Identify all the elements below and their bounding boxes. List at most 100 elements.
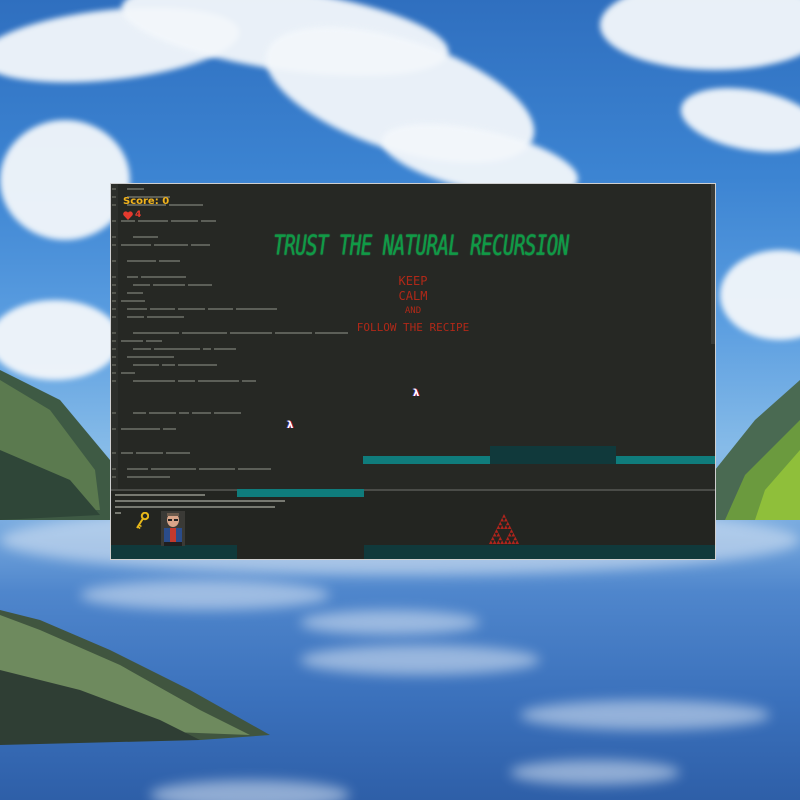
sierpinski-triangle-icon <box>489 514 519 544</box>
line-number <box>112 348 116 350</box>
triangle-segment <box>492 540 497 544</box>
triangle-segment <box>496 532 501 537</box>
triangle-segment <box>500 540 504 544</box>
line-number <box>112 340 116 342</box>
code-text <box>154 244 188 246</box>
mist <box>80 580 330 610</box>
code-text <box>121 244 151 246</box>
triangle-segment <box>515 540 519 544</box>
line-number <box>112 428 116 430</box>
heart-icon <box>123 211 133 220</box>
code-text <box>236 308 277 310</box>
triangle-segment <box>504 525 508 529</box>
lives-count: 4 <box>135 210 142 220</box>
line-number <box>112 372 116 374</box>
motto-follow: FOLLOW THE RECIPE <box>356 321 470 334</box>
repl-text <box>115 500 285 502</box>
cloud <box>720 250 800 340</box>
line-number <box>112 244 116 246</box>
triangle-segment <box>511 540 516 544</box>
code-text <box>127 276 138 278</box>
level-title: TRUST THE NATURAL RECURSION <box>273 230 569 262</box>
code-text <box>133 332 179 334</box>
code-text <box>178 380 195 382</box>
line-number <box>112 276 116 278</box>
left-hills <box>0 370 120 520</box>
line-number <box>112 292 116 294</box>
code-text <box>147 316 184 318</box>
code-text <box>146 340 162 342</box>
code-text <box>162 364 175 366</box>
code-text <box>153 284 185 286</box>
code-text <box>133 412 146 414</box>
code-text <box>163 428 176 430</box>
code-text <box>121 452 133 454</box>
triangle-segment <box>509 529 514 533</box>
cloud <box>600 0 800 70</box>
code-text <box>179 412 189 414</box>
code-text <box>133 236 158 238</box>
motto-calm: CALM <box>398 289 428 303</box>
code-text <box>191 244 210 246</box>
code-text <box>238 468 271 470</box>
code-text <box>159 260 180 262</box>
line-number <box>112 196 116 198</box>
repl-text <box>115 512 121 514</box>
editor-scrollbar[interactable] <box>711 184 715 344</box>
mist <box>510 760 680 785</box>
lambda-icon: λ <box>287 420 294 431</box>
line-number <box>112 364 116 366</box>
code-text <box>127 308 147 310</box>
triangle-segment <box>502 514 506 518</box>
repl-text <box>115 494 205 496</box>
code-text <box>127 356 174 358</box>
code-text <box>214 348 236 350</box>
code-text <box>149 412 176 414</box>
triangle-segment <box>498 536 503 541</box>
line-number <box>112 332 116 334</box>
lives-display: 4 <box>123 210 153 222</box>
code-text <box>133 284 150 286</box>
code-text <box>133 364 159 366</box>
triangle-segment <box>496 525 501 529</box>
score-value: 0 <box>162 196 170 207</box>
code-text <box>169 204 203 206</box>
line-number <box>112 236 116 238</box>
repl-text <box>115 506 275 508</box>
mist <box>520 700 770 730</box>
code-text <box>121 300 145 302</box>
code-text <box>154 348 200 350</box>
game-window[interactable]: Score: 0 4 TRUST THE NATURAL RECURSION K… <box>110 183 716 560</box>
triangle-segment <box>511 532 516 537</box>
code-text <box>121 340 143 342</box>
triangle-segment <box>500 517 504 522</box>
line-number <box>112 468 116 470</box>
triangle-segment <box>504 540 508 544</box>
line-number <box>112 356 116 358</box>
line-number <box>112 380 116 382</box>
code-text <box>127 188 144 190</box>
cloud <box>675 78 800 162</box>
ground-platform <box>364 545 715 559</box>
line-number <box>112 284 116 286</box>
code-text <box>178 308 205 310</box>
line-number <box>112 204 116 206</box>
code-text <box>192 412 211 414</box>
triangle-segment <box>505 521 510 526</box>
line-number <box>112 188 116 190</box>
line-number <box>112 220 116 222</box>
platform <box>616 456 715 464</box>
code-text <box>121 428 160 430</box>
code-text <box>127 316 144 318</box>
platform-block <box>490 446 616 464</box>
mist <box>300 610 480 635</box>
cloud <box>0 300 120 380</box>
motto-keep: KEEP <box>398 274 428 288</box>
line-number <box>112 476 116 478</box>
code-text <box>133 348 151 350</box>
code-text <box>121 372 135 374</box>
code-text <box>242 380 256 382</box>
triangle-segment <box>489 540 493 544</box>
motto-and: AND <box>404 306 422 316</box>
line-number <box>112 260 116 262</box>
